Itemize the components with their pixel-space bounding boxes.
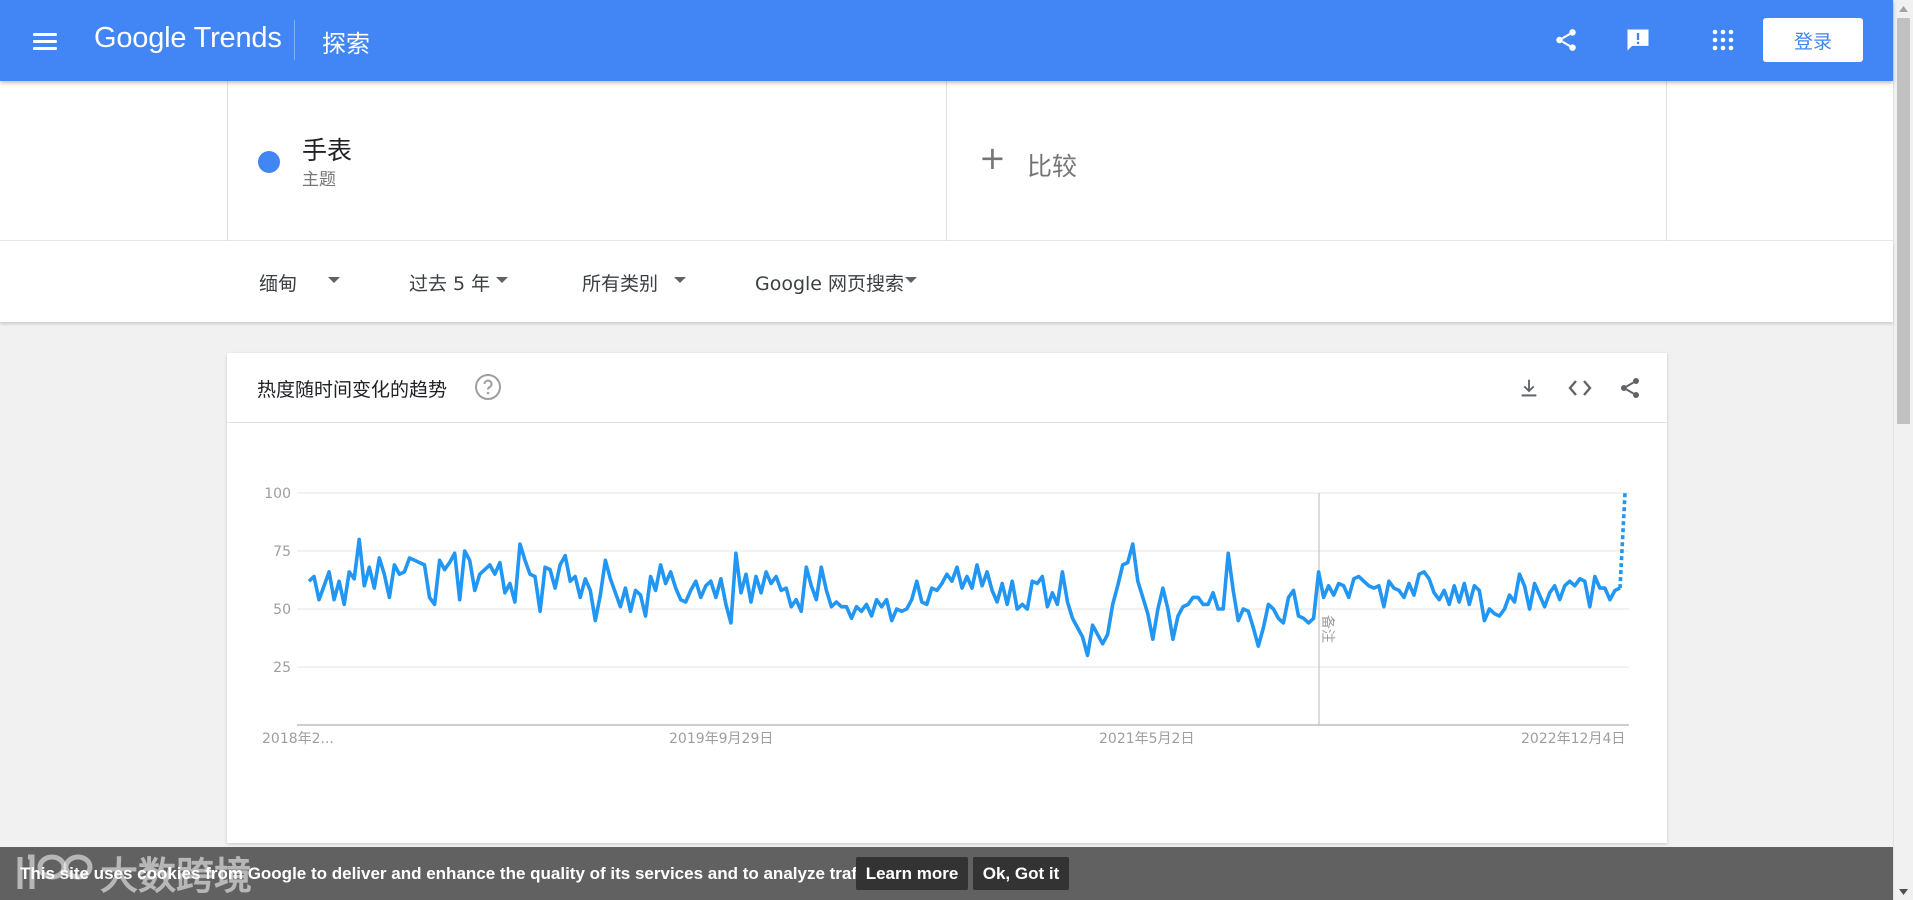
x-tick-label: 2018年2...	[262, 731, 334, 747]
card-header: 热度随时间变化的趋势	[227, 353, 1667, 423]
login-button[interactable]: 登录	[1763, 18, 1863, 62]
chevron-down-icon[interactable]	[905, 277, 917, 283]
x-tick-label: 2019年9月29日	[669, 731, 773, 747]
scroll-down-arrow-icon[interactable]	[1894, 883, 1913, 900]
ok-got-it-button[interactable]: Ok, Got it	[973, 857, 1069, 890]
series-line-partial	[1618, 492, 1627, 589]
search-term-name: 手表	[302, 136, 353, 165]
page-scrollbar[interactable]	[1893, 0, 1913, 900]
interest-over-time-card: 热度随时间变化的趋势 25 50 75 100 2018年2... 2019年9月29日 2…	[227, 353, 1667, 843]
menu-icon[interactable]	[28, 26, 64, 56]
annotation-label[interactable]: 备注	[1319, 615, 1336, 643]
brand-logo[interactable]: Google Trends	[94, 22, 282, 55]
category-dropdown[interactable]: 所有类别	[582, 269, 658, 296]
chevron-down-icon[interactable]	[328, 277, 340, 283]
y-tick-label: 50	[273, 602, 291, 618]
share-icon[interactable]	[1549, 23, 1583, 57]
trend-chart[interactable]: 25 50 75 100 2018年2... 2019年9月29日 2021年5月2日 202…	[227, 423, 1667, 843]
app-header: Google Trends 探索 登录	[0, 0, 1893, 81]
y-tick-label: 100	[264, 486, 291, 502]
y-tick-label: 75	[273, 544, 291, 560]
x-tick-label: 2021年5月2日	[1099, 731, 1194, 747]
time-range-dropdown[interactable]: 过去 5 年	[409, 269, 490, 296]
compare-label: 比较	[1027, 152, 1078, 181]
embed-icon[interactable]	[1565, 373, 1595, 403]
y-tick-label: 25	[273, 660, 291, 676]
header-divider	[294, 20, 295, 60]
page-title: 探索	[322, 30, 370, 58]
filter-bar: 缅甸 过去 5 年 所有类别 Google 网页搜索	[0, 241, 1893, 322]
learn-more-button[interactable]: Learn more	[856, 857, 968, 890]
cookie-message: This site uses cookies from Google to de…	[20, 864, 882, 883]
help-icon[interactable]	[474, 373, 502, 401]
card-title: 热度随时间变化的趋势	[257, 379, 448, 401]
search-term-card[interactable]: 手表 主题	[227, 81, 947, 241]
search-property-dropdown[interactable]: Google 网页搜索	[755, 269, 904, 296]
scroll-up-arrow-icon[interactable]	[1894, 0, 1913, 17]
compare-button[interactable]: + 比较	[947, 81, 1667, 241]
compare-band: 手表 主题 + 比较	[0, 81, 1893, 241]
search-term-type: 主题	[302, 170, 336, 190]
term-color-dot	[258, 151, 280, 173]
apps-icon[interactable]	[1706, 23, 1740, 57]
chevron-down-icon[interactable]	[674, 277, 686, 283]
x-tick-label: 2022年12月4日	[1521, 731, 1625, 747]
plus-icon: +	[979, 139, 1006, 177]
download-icon[interactable]	[1514, 373, 1544, 403]
feedback-icon[interactable]	[1621, 23, 1655, 57]
cookie-consent-bar: This site uses cookies from Google to de…	[0, 847, 1893, 900]
region-filter-dropdown[interactable]: 缅甸	[259, 269, 297, 296]
chevron-down-icon[interactable]	[496, 277, 508, 283]
series-line	[307, 537, 1621, 658]
share-icon[interactable]	[1615, 373, 1645, 403]
scrollbar-thumb[interactable]	[1897, 18, 1910, 424]
